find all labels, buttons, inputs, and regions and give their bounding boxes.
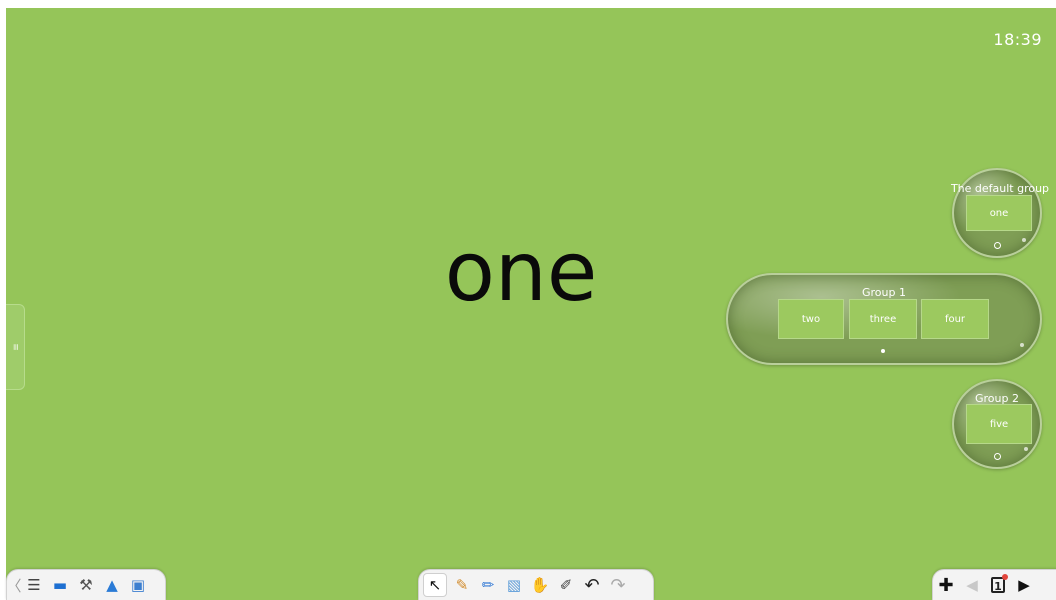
- image-icon[interactable]: ▣: [127, 574, 149, 596]
- redo-icon[interactable]: ↷: [607, 574, 629, 596]
- left-toolbar: 〈 ☰ ▬ ⚒ ▲ ▣: [6, 569, 166, 600]
- page-indicator: [994, 242, 1001, 249]
- tools-icon[interactable]: ⚒: [75, 574, 97, 596]
- pen-icon[interactable]: ✎: [451, 574, 473, 596]
- page-list-icon[interactable]: 1: [987, 574, 1009, 596]
- glint: [1020, 343, 1024, 347]
- magic-pen-icon[interactable]: ✐: [555, 574, 577, 596]
- menu-icon[interactable]: ☰: [23, 574, 45, 596]
- undo-icon[interactable]: ↶: [581, 574, 603, 596]
- pointer-icon[interactable]: ↖: [423, 573, 447, 597]
- previous-page-icon[interactable]: ◀: [961, 574, 983, 596]
- eraser-icon[interactable]: ▧: [503, 574, 525, 596]
- side-panel-handle[interactable]: ≡: [6, 304, 25, 390]
- group-card[interactable]: three: [849, 299, 917, 339]
- glint: [1022, 238, 1026, 242]
- group-card[interactable]: two: [778, 299, 844, 339]
- page-indicator: [994, 453, 1001, 460]
- group-card[interactable]: four: [921, 299, 989, 339]
- monitor-icon[interactable]: ▬: [49, 574, 71, 596]
- page-indicator: [881, 349, 885, 353]
- clock: 18:39: [993, 30, 1042, 49]
- whiteboard-canvas[interactable]: 18:39 one ≡ The default group one Group …: [6, 8, 1056, 600]
- notification-badge: [1002, 574, 1008, 580]
- folder-upload-icon[interactable]: ▲: [101, 574, 123, 596]
- group-bubble-1[interactable]: Group 1 two three four: [726, 273, 1042, 365]
- group-card[interactable]: one: [966, 195, 1032, 231]
- center-toolbar: ↖ ✎ ✏ ▧ ✋ ✐ ↶ ↷: [418, 569, 654, 600]
- right-toolbar: ✚ ◀ 1 ▶: [932, 569, 1056, 600]
- glint: [1024, 447, 1028, 451]
- group-card[interactable]: five: [966, 404, 1032, 444]
- group-title: The default group: [950, 182, 1050, 195]
- hand-icon[interactable]: ✋: [529, 574, 551, 596]
- highlighter-icon[interactable]: ✏: [477, 574, 499, 596]
- handle-grip-icon: ≡: [9, 343, 20, 351]
- next-page-icon[interactable]: ▶: [1013, 574, 1035, 596]
- collapse-left-icon[interactable]: 〈: [7, 574, 22, 596]
- group-title: Group 1: [862, 286, 906, 299]
- group-bubble-default[interactable]: The default group one: [951, 168, 1049, 258]
- group-bubble-2[interactable]: Group 2 five: [952, 379, 1042, 469]
- add-page-icon[interactable]: ✚: [935, 574, 957, 596]
